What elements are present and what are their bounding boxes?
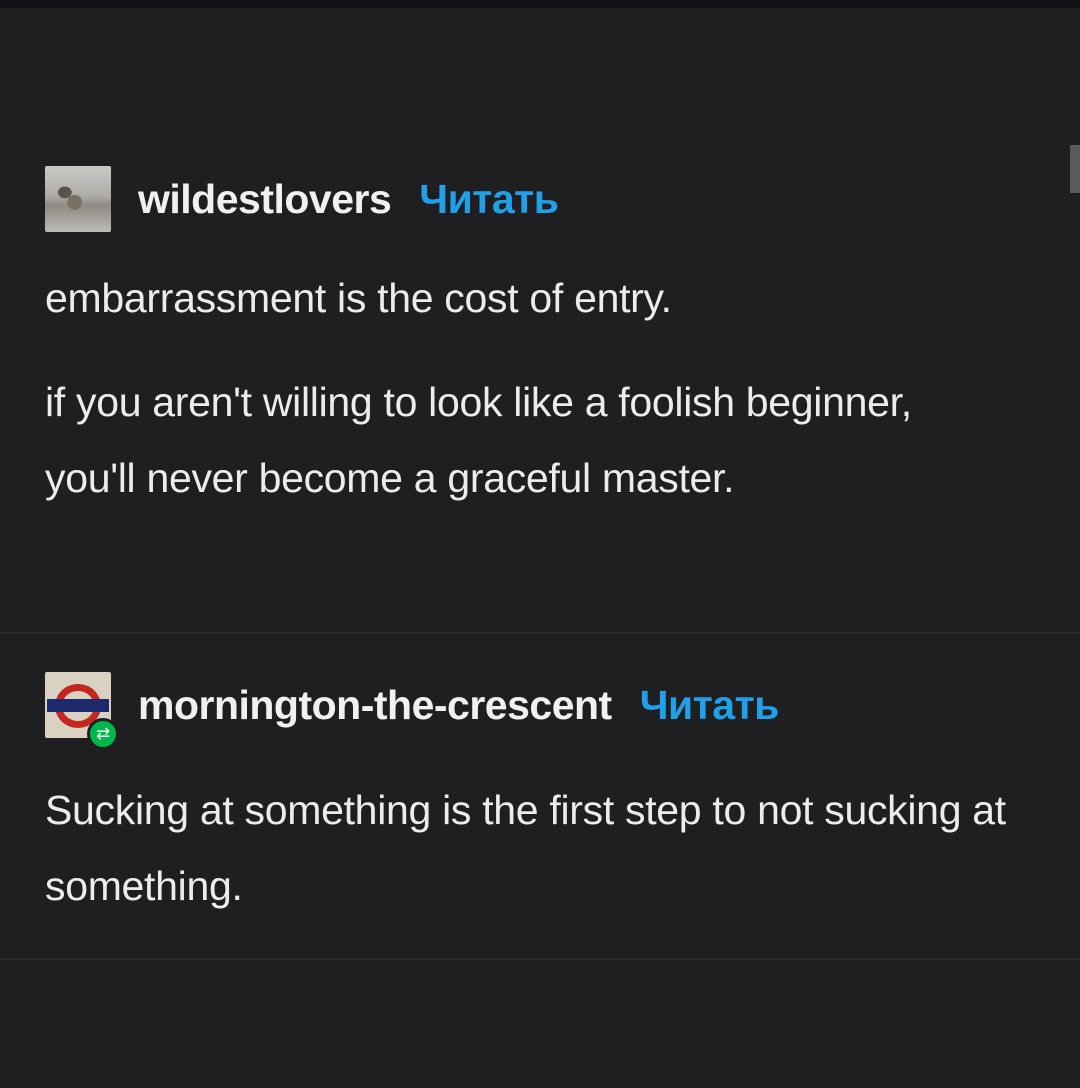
post-header: ⇄ mornington-the-crescent Читать <box>45 670 780 750</box>
landscape-photo-avatar-icon <box>45 166 111 232</box>
post-wildestlovers: wildestlovers Читать embarrassment is th… <box>0 160 1080 632</box>
post-paragraph: embarrassment is the cost of entry. <box>45 275 672 321</box>
post-paragraph: Sucking at something is the first step t… <box>45 787 1006 909</box>
post-paragraph: if you aren't willing to look like a foo… <box>45 379 912 501</box>
top-bar <box>0 0 1080 8</box>
username[interactable]: wildestlovers <box>138 176 392 223</box>
reblog-icon: ⇄ <box>87 718 119 750</box>
follow-button[interactable]: Читать <box>640 682 780 729</box>
post-mornington-the-crescent: ⇄ mornington-the-crescent Читать Sucking… <box>0 634 1080 959</box>
post-header: wildestlovers Читать <box>45 164 559 234</box>
avatar[interactable]: ⇄ <box>45 672 119 750</box>
username[interactable]: mornington-the-crescent <box>138 682 612 729</box>
follow-button[interactable]: Читать <box>419 176 559 223</box>
avatar[interactable] <box>45 166 111 232</box>
post-body: Sucking at something is the first step t… <box>45 772 1045 952</box>
post-body: embarrassment is the cost of entry. if y… <box>45 260 1045 544</box>
post-divider <box>0 958 1080 960</box>
